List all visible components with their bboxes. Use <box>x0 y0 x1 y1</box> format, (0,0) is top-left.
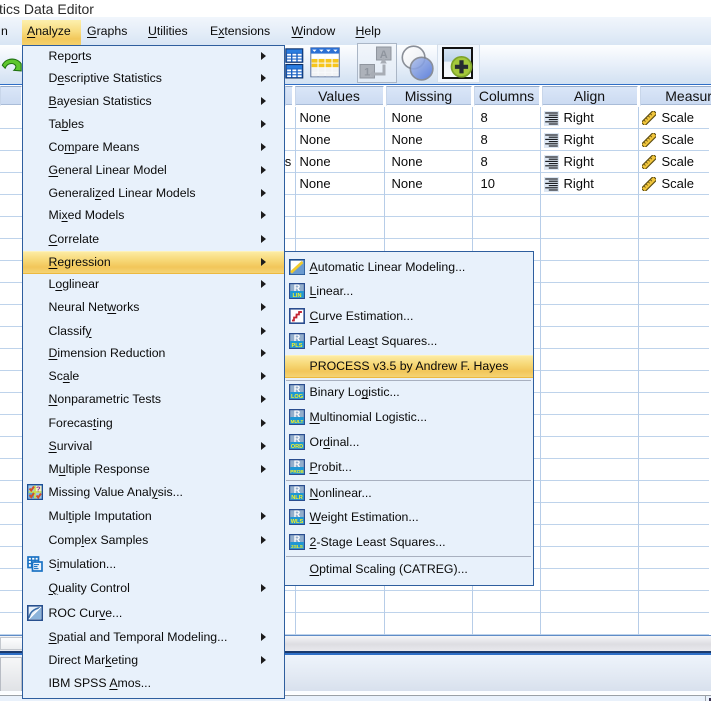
svg-text:R: R <box>293 333 300 343</box>
svg-text:1: 1 <box>364 67 370 79</box>
svg-text:PROB: PROB <box>290 469 304 474</box>
svg-text:R: R <box>293 384 300 394</box>
svg-text:NLR: NLR <box>291 495 303 501</box>
svg-text:R: R <box>293 485 300 495</box>
svg-text:2SLS: 2SLS <box>291 544 303 549</box>
svg-text:PLS: PLS <box>291 343 302 349</box>
svg-text:R: R <box>293 283 300 293</box>
svg-text:LOG: LOG <box>290 394 302 400</box>
svg-text:R: R <box>293 534 300 544</box>
svg-text:R: R <box>293 409 300 419</box>
svg-text:MULT: MULT <box>290 419 303 424</box>
svg-text:WLS: WLS <box>290 519 303 525</box>
svg-text:R: R <box>293 434 300 444</box>
svg-text:LIN: LIN <box>292 293 301 299</box>
svg-text:ORD: ORD <box>290 444 302 450</box>
svg-text:?: ? <box>36 484 41 493</box>
svg-text:R: R <box>293 509 300 519</box>
svg-text:R: R <box>293 459 300 469</box>
